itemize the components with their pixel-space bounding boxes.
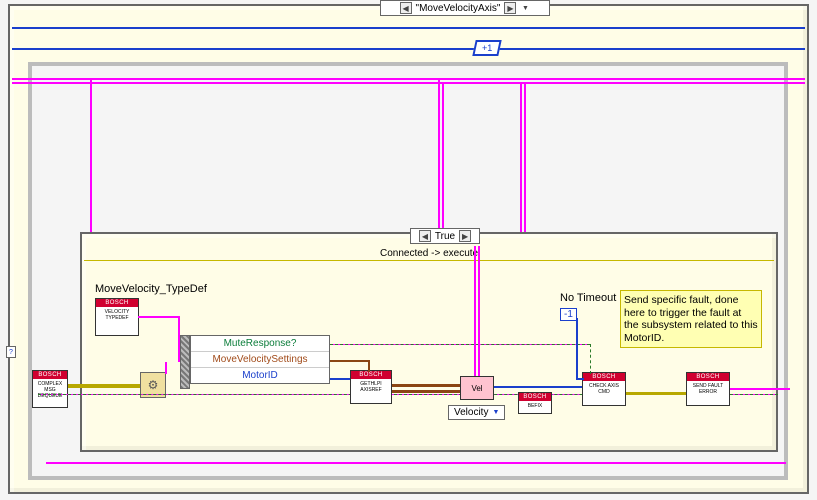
wire xyxy=(12,82,805,84)
bosch-body: SEND FAULT ERROR xyxy=(687,381,729,405)
velocity-selector-label: Velocity xyxy=(454,407,488,418)
wire xyxy=(524,82,526,247)
bosch-body: BEFIX xyxy=(519,401,551,413)
fault-comment: Send specific fault, done here to trigge… xyxy=(620,290,762,348)
bosch-brand: BOSCH xyxy=(96,299,138,307)
wire xyxy=(520,82,522,247)
wire xyxy=(392,384,460,387)
typedef-node: BOSCH VELOCITY TYPEDEF xyxy=(95,298,139,336)
unbundle-handle xyxy=(180,335,190,389)
case-dropdown-icon[interactable]: ▼ xyxy=(520,3,530,13)
inner-case-value: True xyxy=(435,231,455,242)
bosch-body: COMPLEX MSG DEQUEUE xyxy=(33,379,67,407)
inner-case-subtitle: Connected -> execute xyxy=(380,248,478,259)
sendfault-node: BOSCH SEND FAULT ERROR xyxy=(686,372,730,406)
unbundle-row: MotorID xyxy=(191,368,329,383)
increment-node: +1 xyxy=(472,40,501,56)
wire xyxy=(46,462,786,464)
unbundle-row: MoveVelocitySettings xyxy=(191,352,329,368)
wire xyxy=(576,318,578,378)
wire xyxy=(626,392,686,395)
wire xyxy=(330,344,590,345)
case-input-terminal: ? xyxy=(6,346,16,358)
wire xyxy=(494,386,582,388)
wire xyxy=(178,316,180,362)
wire xyxy=(442,82,444,246)
dequeue-node: BOSCH COMPLEX MSG DEQUEUE xyxy=(32,370,68,408)
gethlpi-node: BOSCH GETHLPI AXISREF xyxy=(350,370,392,404)
no-timeout-constant: -1 xyxy=(560,308,577,321)
bosch-brand: BOSCH xyxy=(687,373,729,381)
no-timeout-label: No Timeout xyxy=(560,292,616,304)
velocity-node: Vel xyxy=(460,376,494,400)
wire xyxy=(474,246,476,376)
wire xyxy=(165,362,167,374)
wire xyxy=(730,388,790,390)
wire xyxy=(438,78,440,246)
velocity-node-label: Vel xyxy=(471,384,482,393)
case-prev-icon[interactable]: ◀ xyxy=(419,230,431,242)
wire xyxy=(138,316,180,318)
outer-case-value: "MoveVelocityAxis" xyxy=(416,3,501,14)
bosch-body: CHECK AXIS CMD xyxy=(583,381,625,405)
wire xyxy=(576,378,584,380)
bosch-brand: BOSCH xyxy=(351,371,391,379)
bosch-brand: BOSCH xyxy=(583,373,625,381)
inner-case-selector[interactable]: ◀ True ▶ xyxy=(410,228,480,244)
unbundle-row: MuteResponse? xyxy=(191,336,329,352)
outer-case-selector[interactable]: ◀ "MoveVelocityAxis" ▶ ▼ xyxy=(380,0,550,16)
wire xyxy=(12,78,805,80)
bosch-brand: BOSCH xyxy=(519,393,551,401)
wire xyxy=(392,390,460,393)
typedef-label: MoveVelocity_TypeDef xyxy=(95,283,207,295)
wire xyxy=(330,360,370,362)
bosch-body: VELOCITY TYPEDEF xyxy=(96,307,138,335)
gear-icon: ⚙ xyxy=(148,378,159,392)
wire xyxy=(368,360,370,372)
checkaxis-node: BOSCH CHECK AXIS CMD xyxy=(582,372,626,406)
wire xyxy=(68,384,140,388)
chevron-down-icon: ▼ xyxy=(492,409,499,416)
bosch-brand: BOSCH xyxy=(33,371,67,379)
velocity-selector[interactable]: Velocity ▼ xyxy=(448,405,505,420)
wire xyxy=(330,378,350,380)
increment-label: +1 xyxy=(482,43,492,53)
case-prev-icon[interactable]: ◀ xyxy=(400,2,412,14)
wire xyxy=(478,246,480,376)
wire xyxy=(12,27,805,29)
wire xyxy=(590,344,591,374)
case-banner-line xyxy=(84,260,774,261)
befix-node: BOSCH BEFIX xyxy=(518,392,552,414)
wire xyxy=(12,48,805,50)
case-next-icon[interactable]: ▶ xyxy=(459,230,471,242)
case-next-icon[interactable]: ▶ xyxy=(504,2,516,14)
unbundle-by-name: MuteResponse? MoveVelocitySettings Motor… xyxy=(190,335,330,384)
bosch-body: GETHLPI AXISREF xyxy=(351,379,391,403)
